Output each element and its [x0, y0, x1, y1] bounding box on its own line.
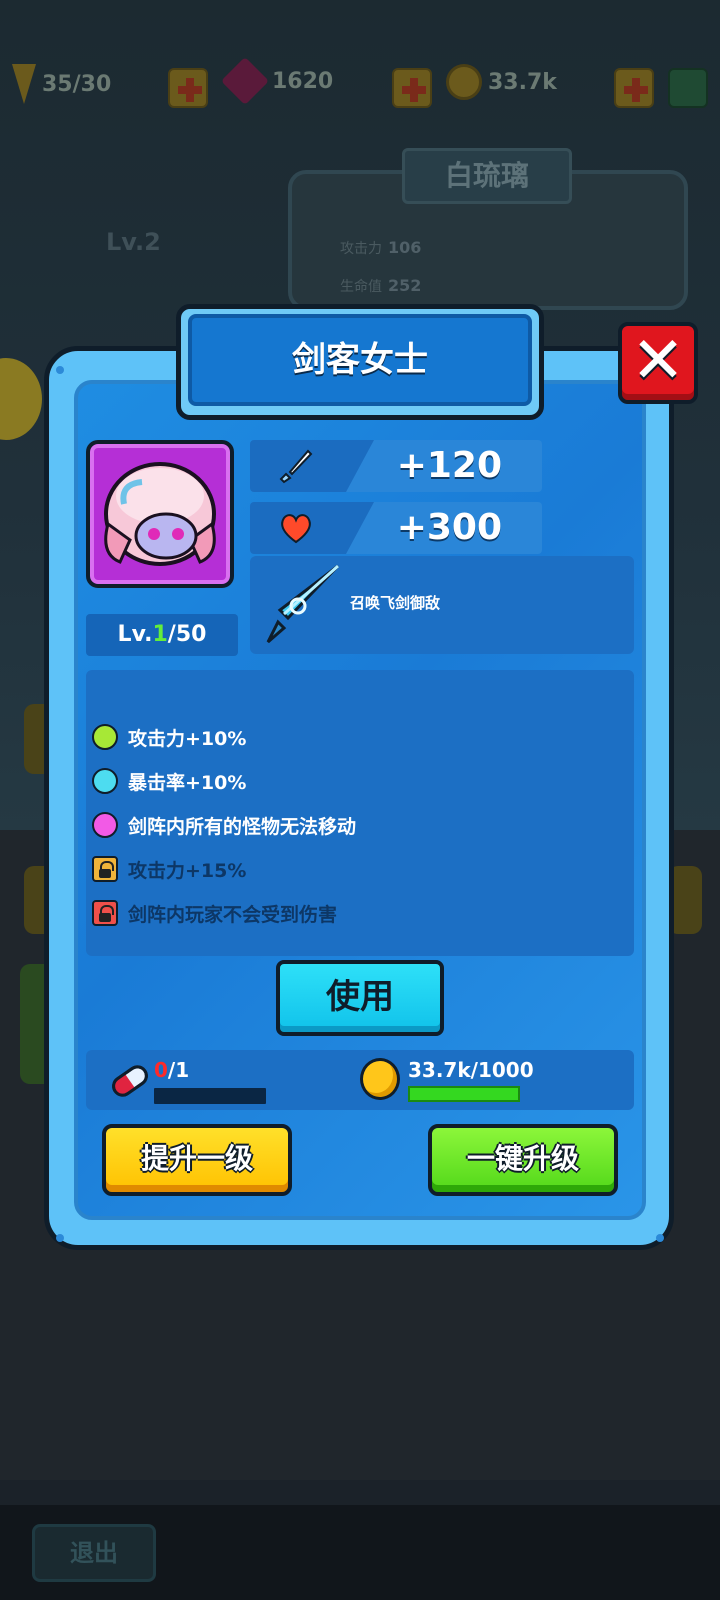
background-hero-level: Lv.2 [106, 228, 161, 256]
heart-icon [281, 514, 311, 544]
effect-item: 剑阵内所有的怪物无法移动 [92, 810, 356, 840]
lightning-icon [12, 64, 36, 104]
effect-text: 暴击率+10% [128, 771, 247, 794]
background-hero-name: 白琉璃 [402, 148, 572, 204]
attack-stat-row: +120 [250, 440, 542, 492]
attack-bonus-value: +120 [396, 445, 502, 486]
sword-icon [279, 449, 313, 484]
exit-button[interactable]: 退出 [32, 1524, 156, 1582]
fragment-progress-bar [154, 1088, 266, 1104]
effect-text: 攻击力+10% [128, 727, 247, 750]
coin-icon [446, 64, 482, 100]
hero-avatar-icon [104, 462, 216, 566]
level-prefix: Lv. [117, 622, 153, 647]
hero-level: Lv.1/50 [86, 614, 238, 656]
coin-progress-fill [408, 1086, 520, 1102]
hp-stat-row: +300 [250, 502, 542, 554]
hero-portrait [86, 440, 234, 588]
one-click-upgrade-button[interactable]: 一键升级 [428, 1124, 618, 1196]
background-stat-hp: 生命值 252 [340, 276, 421, 296]
level-current: 1 [152, 622, 168, 647]
effect-item-locked: 剑阵内玩家不会受到伤害 [92, 898, 337, 928]
background-stat-attack: 攻击力 106 [340, 238, 421, 258]
red-lock-icon [92, 900, 118, 926]
coin-progress-bar [408, 1086, 520, 1102]
fragment-count: 0/1 [154, 1058, 189, 1082]
energy-resource: 35/30 [12, 64, 111, 104]
upgrade-one-level-button[interactable]: 提升一级 [102, 1124, 292, 1196]
background-stat-attack-value: 106 [388, 238, 422, 257]
frame-rivet [656, 1234, 664, 1242]
green-dot-icon [92, 724, 118, 750]
effect-text: 剑阵内玩家不会受到伤害 [128, 903, 338, 926]
gem-icon [220, 56, 270, 106]
effect-item: 暴击率+10% [92, 766, 246, 796]
add-gem-button[interactable] [392, 68, 432, 108]
fragment-current: 0 [154, 1058, 168, 1082]
frame-rivet [56, 366, 64, 374]
fragment-required: /1 [167, 1058, 190, 1082]
level-max: /50 [167, 622, 207, 647]
effect-item-locked: 攻击力+15% [92, 854, 246, 884]
shield-icon[interactable] [668, 68, 708, 108]
add-energy-button[interactable] [168, 68, 208, 108]
effect-item: 攻击力+10% [92, 722, 246, 752]
background-stat-hp-value: 252 [388, 276, 422, 295]
add-coin-button[interactable] [614, 68, 654, 108]
frame-rivet [56, 1234, 64, 1242]
pill-icon [112, 1065, 148, 1097]
gem-resource: 1620 [220, 56, 334, 106]
skill-description: 召唤飞剑御敌 [350, 594, 441, 612]
gold-lock-icon [92, 856, 118, 882]
coin-cost: 33.7k/1000 [408, 1058, 534, 1082]
coin-value: 33.7k [488, 69, 557, 95]
effect-text: 剑阵内所有的怪物无法移动 [128, 815, 357, 838]
gem-value: 1620 [272, 68, 334, 94]
crystal-sword-icon [266, 564, 340, 644]
close-icon: ✕ [631, 324, 685, 398]
background-stat-attack-label: 攻击力 [340, 241, 382, 257]
energy-value: 35/30 [42, 71, 112, 97]
background-stat-hp-label: 生命值 [340, 279, 382, 295]
use-button[interactable]: 使用 [276, 960, 444, 1036]
cyan-dot-icon [92, 768, 118, 794]
close-button[interactable]: ✕ [618, 322, 698, 404]
coin-icon [360, 1058, 400, 1100]
skill-box [250, 556, 634, 654]
hp-bonus-value: +300 [396, 507, 502, 548]
coin-resource: 33.7k [446, 64, 557, 100]
effect-text: 攻击力+15% [128, 859, 247, 882]
hero-title: 剑客女士 [188, 314, 532, 406]
magenta-dot-icon [92, 812, 118, 838]
